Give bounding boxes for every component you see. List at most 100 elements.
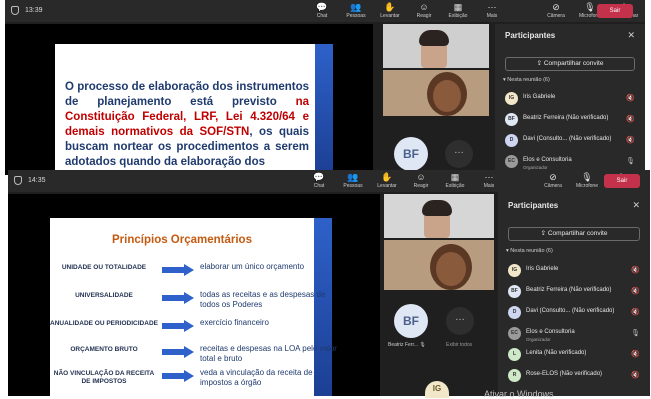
participant-row[interactable]: IG Iris Gabriele 🔇	[505, 92, 635, 108]
toolbar-mic[interactable]: 🎙 Microfone	[570, 172, 604, 189]
hand-icon: ✋	[381, 172, 393, 182]
mic-off-icon[interactable]: 🔇	[631, 287, 640, 295]
toolbar-hand[interactable]: ✋ Levantar	[370, 172, 404, 189]
avatar[interactable]: BF	[394, 137, 428, 171]
principle-row: ORÇAMENTO BRUTO receitas e despesas na LO…	[50, 344, 337, 370]
participant-face	[433, 80, 461, 112]
avatar: BF	[505, 113, 518, 126]
toolbar-chat[interactable]: 💬 Chat	[302, 172, 336, 189]
avatar: D	[508, 306, 521, 319]
section-in-meeting[interactable]: ▾ Nesta reunião (6)	[506, 248, 553, 254]
panel-title: Participantes	[505, 31, 556, 40]
meeting-toolbar: 14:35 💬 Chat 👥 Pessoas ✋ Levantar ☺ Reagir ▦ Exib…	[8, 170, 650, 192]
participant-row[interactable]: EC Elos e Consultoria Organizador 🎙	[505, 155, 635, 171]
participant-name: Rose-ELOS (Não verificado)	[526, 371, 603, 377]
participant-row[interactable]: EC Elos e Consultoria Organizador 🎙	[508, 327, 640, 343]
presentation-slide: O processo de elaboração dos instrumento…	[55, 44, 333, 175]
shared-screen: O processo de elaboração dos instrumento…	[5, 24, 373, 175]
chat-icon: 💬	[313, 172, 325, 182]
toolbar-label: Pessoas	[346, 13, 366, 19]
meeting-time: 14:35	[28, 177, 46, 184]
shield-icon	[11, 6, 19, 15]
slide-decoration	[315, 44, 333, 175]
participant-row[interactable]: R Rose-ELOS (Não verificado) 🔇	[508, 369, 640, 385]
participants-panel: Participantes ✕ ⇪ Compartilhar convite ▾…	[498, 192, 650, 396]
principle-row: ANUALIDADE OU PERIODICIDADE exercício fin…	[50, 318, 332, 344]
people-icon: 👥	[350, 2, 362, 12]
toolbar-label: Levantar	[380, 13, 400, 19]
mic-icon[interactable]: 🎙	[626, 157, 635, 165]
participant-name: Lenita (Não verificado)	[526, 350, 587, 356]
participant-row[interactable]: IG Iris Gabriele 🔇	[508, 264, 640, 280]
mic-icon: 🎙	[419, 342, 426, 348]
more-icon[interactable]: …	[446, 307, 474, 335]
toolbar-layout[interactable]: ▦ Exibição	[438, 172, 472, 189]
mic-icon[interactable]: 🎙	[631, 329, 640, 337]
mic-off-icon[interactable]: 🔇	[626, 94, 635, 102]
principle-description: elaborar um único orçamento	[200, 262, 305, 271]
participant-row[interactable]: BF Beatriz Ferreira (Não verificado) 🔇	[508, 285, 640, 301]
participant-hair	[419, 30, 449, 46]
meeting-time: 13:39	[25, 7, 43, 14]
section-in-meeting[interactable]: ▾ Nesta reunião (6)	[503, 77, 550, 83]
mic-off-icon[interactable]: 🔇	[626, 136, 635, 144]
toolbar-more[interactable]: ⋯ Mais	[475, 2, 509, 19]
avatar: EC	[505, 155, 518, 168]
toolbar-hand[interactable]: ✋ Levantar	[373, 2, 407, 19]
video-tile-1[interactable]	[384, 194, 494, 238]
show-all-link[interactable]: Exibir todos	[446, 342, 472, 348]
toolbar-people[interactable]: 👥 Pessoas	[336, 172, 370, 189]
toolbar-chat[interactable]: 💬 Chat	[305, 2, 339, 19]
toolbar-label: Câmera	[547, 13, 565, 19]
toolbar-emoji[interactable]: ☺ Reagir	[404, 172, 438, 189]
participant-name: Elos e Consultoria	[526, 329, 575, 335]
toolbar-emoji[interactable]: ☺ Reagir	[407, 2, 441, 19]
mic-off-icon[interactable]: 🔇	[631, 308, 640, 316]
mic-off-icon[interactable]: 🔇	[631, 266, 640, 274]
shield-icon	[14, 176, 22, 185]
leave-button[interactable]: Sair	[604, 174, 640, 188]
chat-icon: 💬	[316, 2, 328, 12]
camera-off-icon: ⊘	[552, 2, 560, 12]
share-invite-button[interactable]: ⇪ Compartilhar convite	[505, 57, 635, 71]
more-icon[interactable]: …	[445, 140, 473, 168]
people-icon: 👥	[347, 172, 359, 182]
toolbar-camera-off[interactable]: ⊘ Câmera	[536, 172, 570, 189]
mic-off-icon[interactable]: 🔇	[631, 350, 640, 358]
avatar: IG	[508, 264, 521, 277]
participant-row[interactable]: D Davi (Consulto... (Não verificado) 🔇	[508, 306, 640, 322]
share-invite-button[interactable]: ⇪ Compartilhar convite	[508, 227, 640, 241]
teams-meeting-screenshot-2: 14:35 💬 Chat 👥 Pessoas ✋ Levantar ☺ Reagir ▦ Exib…	[8, 170, 650, 396]
principle-label: ANUALIDADE OU PERIODICIDADE	[50, 320, 158, 327]
participant-row[interactable]: BF Beatriz Ferreira (Não verificado) 🔇	[505, 113, 635, 129]
slide-title: Princípios Orçamentários	[112, 234, 252, 246]
leave-button[interactable]: Sair	[597, 4, 633, 18]
more-icon: ⋯	[487, 2, 497, 12]
avatar[interactable]: BF	[394, 304, 428, 338]
toolbar-layout[interactable]: ▦ Exibição	[441, 2, 475, 19]
avatar: EC	[508, 327, 521, 340]
toolbar-people[interactable]: 👥 Pessoas	[339, 2, 373, 19]
toolbar-more[interactable]: ⋯ Mais	[472, 172, 506, 189]
close-icon[interactable]: ✕	[632, 200, 640, 211]
toolbar-label: Levantar	[377, 183, 397, 189]
more-icon: ⋯	[484, 172, 494, 182]
participant-face	[436, 252, 466, 286]
slide-text: O processo de elaboração dos instrumento…	[65, 81, 309, 168]
video-tile-2[interactable]	[383, 70, 489, 116]
mic-off-icon[interactable]: 🔇	[626, 115, 635, 123]
principle-label: UNIVERSALIDADE	[75, 292, 133, 299]
close-icon[interactable]: ✕	[627, 30, 635, 41]
toolbar-label: Reagir	[416, 13, 432, 19]
presentation-slide: Princípios Orçamentários UNIDADE OU TOTA…	[50, 218, 337, 396]
avatar: IG	[505, 92, 518, 105]
video-tile-2[interactable]	[384, 240, 494, 290]
shared-screen: Princípios Orçamentários UNIDADE OU TOTA…	[8, 194, 380, 396]
panel-title: Participantes	[508, 201, 559, 210]
participant-name: Elos e Consultoria	[523, 157, 572, 163]
participant-row[interactable]: D Davi (Consulto... (Não verificado) 🔇	[505, 134, 635, 150]
mic-off-icon[interactable]: 🔇	[631, 371, 640, 379]
participant-row[interactable]: L Lenita (Não verificado) 🔇	[508, 348, 640, 364]
video-tile-1[interactable]	[383, 24, 489, 68]
toolbar-camera-off[interactable]: ⊘ Câmera	[539, 2, 573, 19]
